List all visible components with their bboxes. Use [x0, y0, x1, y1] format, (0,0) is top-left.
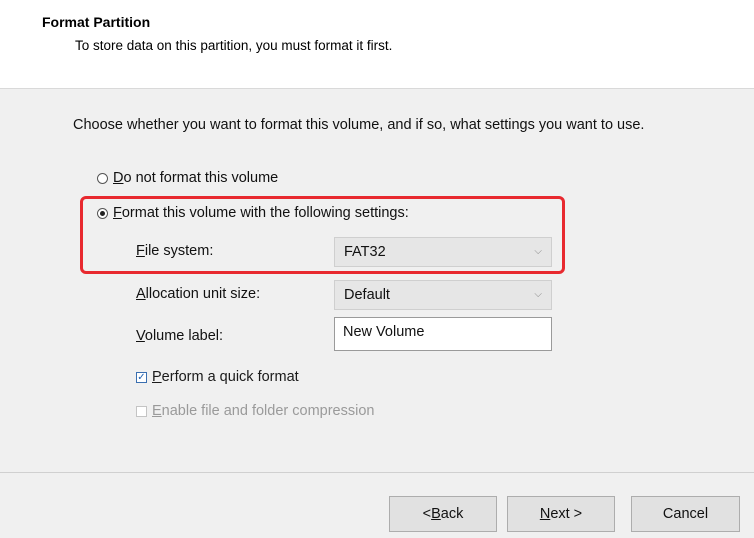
instruction-text: Choose whether you want to format this v… — [73, 117, 645, 133]
radio-unchecked-icon[interactable] — [97, 172, 108, 184]
radio-do-not-format[interactable]: Do not format this volume — [97, 170, 278, 186]
back-button[interactable]: < Back — [389, 496, 497, 532]
chevron-down-icon: ⌵ — [534, 289, 542, 300]
checkbox-checked-icon[interactable]: ✓ — [136, 371, 147, 383]
allocation-unit-label: Allocation unit size: — [136, 286, 261, 302]
wizard-header: Format Partition To store data on this p… — [0, 0, 754, 88]
radio-do-not-format-label: Do not format this volume — [113, 170, 279, 186]
next-button[interactable]: Next > — [507, 496, 615, 532]
quick-format-checkbox[interactable]: ✓ Perform a quick format — [136, 369, 299, 385]
quick-format-label: Perform a quick format — [152, 369, 299, 385]
volume-label-label: Volume label: — [136, 328, 224, 344]
compression-label: Enable file and folder compression — [152, 403, 375, 419]
page-subtitle: To store data on this partition, you mus… — [75, 38, 393, 53]
checkbox-disabled-icon — [136, 405, 147, 417]
compression-checkbox: Enable file and folder compression — [136, 403, 374, 419]
allocation-unit-value: Default — [344, 287, 390, 303]
page-title: Format Partition — [42, 14, 151, 30]
highlight-annotation — [80, 196, 565, 274]
volume-label-input[interactable]: New Volume — [334, 317, 552, 351]
allocation-unit-dropdown[interactable]: Default ⌵ — [334, 280, 552, 310]
cancel-button[interactable]: Cancel — [631, 496, 740, 532]
